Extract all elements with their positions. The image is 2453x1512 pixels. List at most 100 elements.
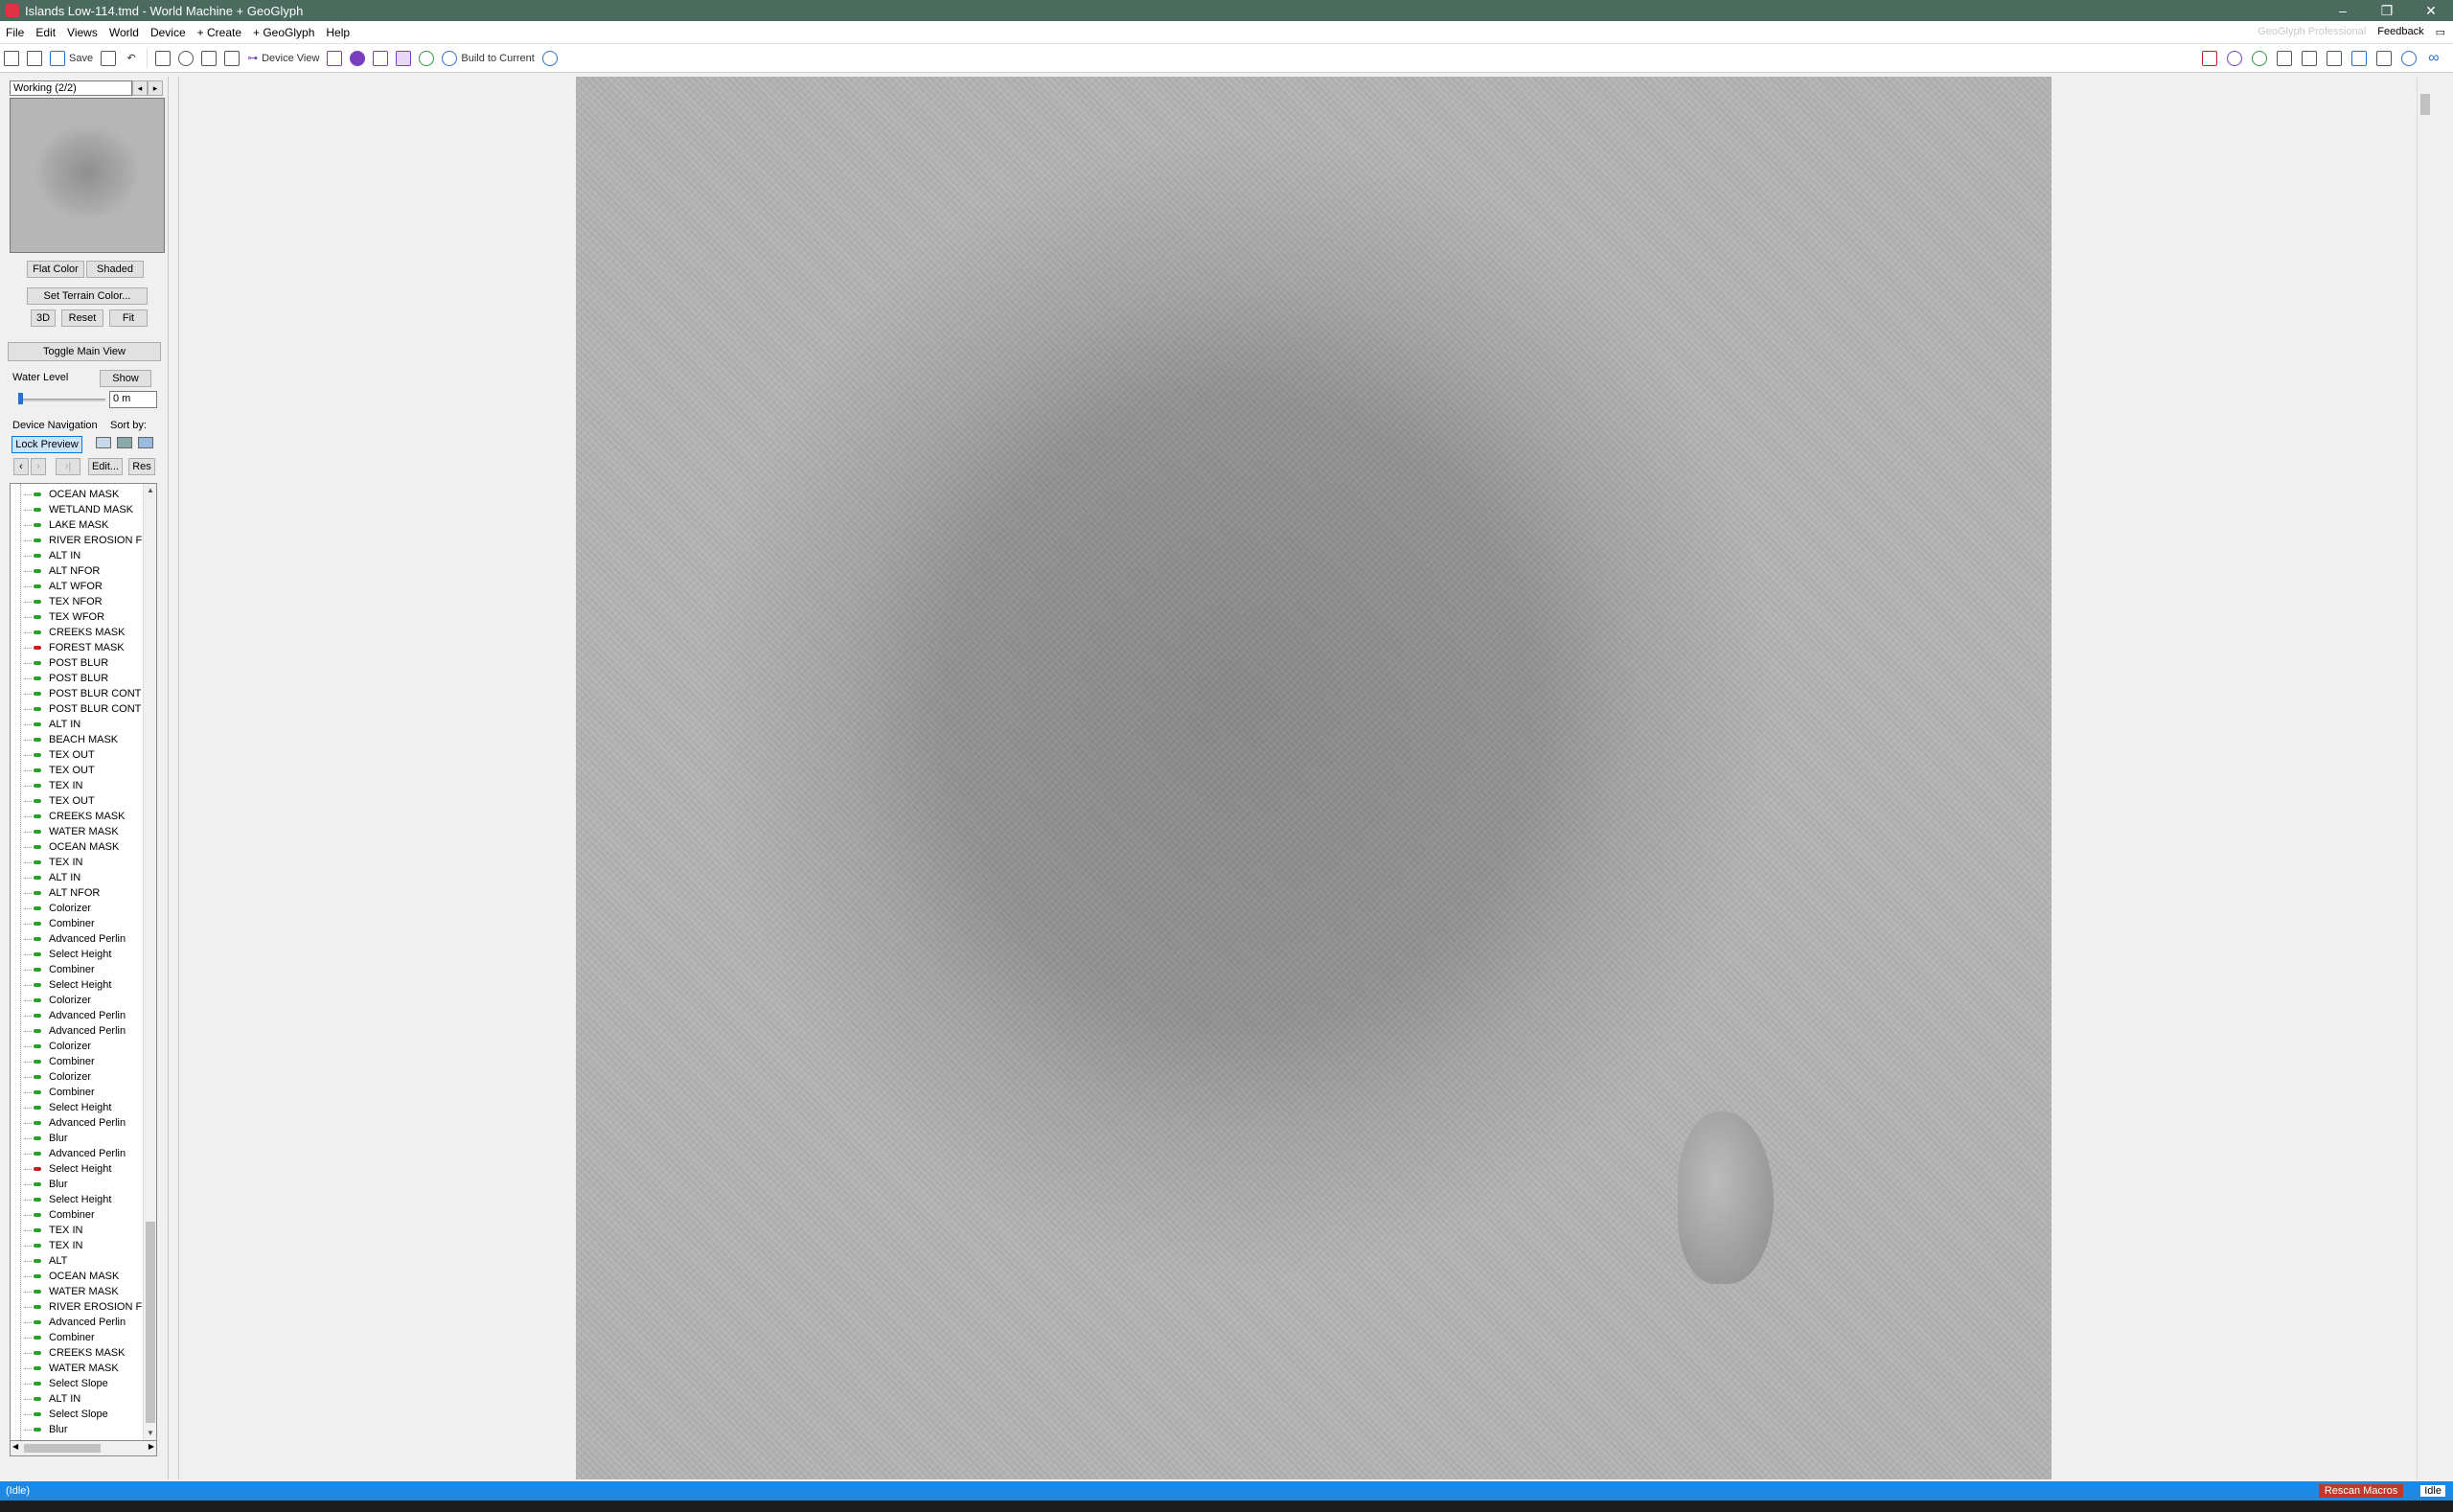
nav-forward-button[interactable]: › <box>31 458 46 475</box>
device-list-item[interactable]: Select Height <box>11 977 156 993</box>
device-list-item[interactable]: Combiner <box>11 916 156 931</box>
device-list-item[interactable]: Colorizer <box>11 1069 156 1085</box>
minimize-icon[interactable]: – <box>2321 3 2365 19</box>
new-file-button[interactable] <box>0 47 23 70</box>
layers-button[interactable] <box>2298 47 2321 70</box>
device-list-item[interactable]: CREEKS MASK <box>11 809 156 824</box>
device-list-item[interactable]: Combiner <box>11 1085 156 1100</box>
device-list-item[interactable]: POST BLUR CONT <box>11 701 156 717</box>
add-button[interactable] <box>2248 47 2271 70</box>
shape-button[interactable] <box>323 47 346 70</box>
device-list-item[interactable]: TEX IN <box>11 855 156 870</box>
device-list-item[interactable]: OCEAN MASK <box>11 487 156 502</box>
render-button[interactable] <box>2373 47 2396 70</box>
camera-button[interactable] <box>2323 47 2346 70</box>
device-list-item[interactable]: Advanced Perlin <box>11 1115 156 1131</box>
menu-world[interactable]: World <box>103 26 145 39</box>
device-list-item[interactable]: TEX OUT <box>11 747 156 763</box>
device-list-item[interactable]: ALT IN <box>11 1391 156 1407</box>
device-list-item[interactable]: WATER MASK <box>11 1284 156 1299</box>
settings-button[interactable] <box>2397 47 2420 70</box>
nav-back-button[interactable]: ‹ <box>13 458 29 475</box>
scroll-right-icon[interactable]: ▶ <box>149 1442 154 1451</box>
device-list-item[interactable]: RIVER EROSION F <box>11 533 156 548</box>
lock-preview-button[interactable]: Lock Preview <box>11 436 82 453</box>
device-list-item[interactable]: ALT NFOR <box>11 563 156 579</box>
menu-help[interactable]: Help <box>320 26 355 39</box>
feedback-link[interactable]: Feedback <box>2377 26 2423 38</box>
screenshot-button[interactable] <box>2348 47 2371 70</box>
device-list-item[interactable]: ALT WFOR <box>11 579 156 594</box>
device-list-item[interactable]: Colorizer <box>11 901 156 916</box>
infinite-button[interactable]: ∞ <box>2422 47 2445 70</box>
device-list-item[interactable]: Combiner <box>11 1054 156 1069</box>
scroll-left-icon[interactable]: ◀ <box>12 1442 18 1451</box>
device-list-item[interactable]: WETLAND MASK <box>11 502 156 517</box>
reset-button[interactable]: Reset <box>61 309 103 327</box>
terrain-button[interactable] <box>151 47 174 70</box>
device-list-item[interactable]: Select Slope <box>11 1376 156 1391</box>
device-list-item[interactable]: BEACH MASK <box>11 732 156 747</box>
terrain-render[interactable] <box>576 77 2052 1479</box>
device-list-item[interactable]: ALT IN <box>11 548 156 563</box>
restore-icon[interactable]: ❐ <box>2365 3 2409 19</box>
scroll-up-icon[interactable]: ▲ <box>144 484 156 497</box>
menu-geoglyph[interactable]: + GeoGlyph <box>247 26 320 39</box>
scroll-down-icon[interactable]: ▼ <box>144 1427 156 1440</box>
device-list-item[interactable]: Select Height <box>11 1192 156 1207</box>
device-list-item[interactable]: Combiner <box>11 1207 156 1223</box>
main-view-scrollbar[interactable] <box>2417 77 2432 1479</box>
device-list-item[interactable]: POST BLUR <box>11 655 156 671</box>
device-list-item[interactable]: Colorizer <box>11 1039 156 1054</box>
undo-button[interactable]: ↶ <box>120 47 143 70</box>
device-list-item[interactable]: CREEKS MASK <box>11 1345 156 1361</box>
device-list-item[interactable]: POST BLUR <box>11 671 156 686</box>
terrain-preview-image[interactable] <box>10 98 165 253</box>
open-file-button[interactable] <box>23 47 46 70</box>
toggle-main-view-button[interactable]: Toggle Main View <box>8 342 161 361</box>
target-button[interactable] <box>539 47 562 70</box>
set-terrain-color-button[interactable]: Set Terrain Color... <box>27 287 148 305</box>
edit-device-button[interactable]: Edit... <box>88 458 123 475</box>
device-list-item[interactable]: TEX IN <box>11 778 156 793</box>
next-preview-button[interactable]: ▸ <box>148 80 163 96</box>
device-list-item[interactable]: WATER MASK <box>11 1361 156 1376</box>
flask-button[interactable] <box>2198 47 2221 70</box>
cube-button[interactable] <box>369 47 392 70</box>
sort-type-icon[interactable] <box>117 437 132 448</box>
res-button[interactable]: Res <box>128 458 155 475</box>
image-button[interactable] <box>392 47 415 70</box>
device-list-item[interactable]: POST BLUR CONT <box>11 686 156 701</box>
device-list-item[interactable]: CREEKS MASK <box>11 625 156 640</box>
world-button[interactable] <box>174 47 197 70</box>
device-list-item[interactable]: Blur <box>11 1131 156 1146</box>
device-list-item[interactable]: Select Height <box>11 1161 156 1177</box>
flat-color-button[interactable]: Flat Color <box>27 261 84 278</box>
device-list-item[interactable]: Blur <box>11 1422 156 1437</box>
menu-views[interactable]: Views <box>61 26 103 39</box>
device-list-item[interactable]: TEX WFOR <box>11 609 156 625</box>
water-level-input[interactable]: 0 m <box>109 391 157 408</box>
device-list-item[interactable]: Combiner <box>11 962 156 977</box>
device-list-item[interactable]: LAKE MASK <box>11 517 156 533</box>
device-list-item[interactable]: Advanced Perlin <box>11 1146 156 1161</box>
device-list-item[interactable]: FOREST MASK <box>11 640 156 655</box>
layout-view-button[interactable] <box>197 47 220 70</box>
device-list-scrollbar[interactable]: ▲ ▼ <box>143 484 156 1440</box>
device-list-item[interactable]: OCEAN MASK <box>11 1269 156 1284</box>
device-list-item[interactable]: TEX IN <box>11 1223 156 1238</box>
device-list-hscroll-thumb[interactable] <box>24 1444 101 1453</box>
device-list-item[interactable]: OCEAN MASK <box>11 839 156 855</box>
monitor-button[interactable] <box>220 47 243 70</box>
water-level-slider-thumb[interactable] <box>18 393 23 404</box>
save-button[interactable]: Save <box>46 47 97 70</box>
menu-device[interactable]: Device <box>145 26 192 39</box>
explorer-button[interactable] <box>346 47 369 70</box>
device-list-item[interactable]: Advanced Perlin <box>11 1008 156 1023</box>
sort-list-icon[interactable] <box>96 437 111 448</box>
water-show-button[interactable]: Show <box>100 370 151 387</box>
rescan-macros-button[interactable]: Rescan Macros <box>2318 1484 2404 1498</box>
device-list-item[interactable]: ALT IN <box>11 870 156 885</box>
device-list-item[interactable]: Advanced Perlin <box>11 1315 156 1330</box>
shaded-button[interactable]: Shaded <box>86 261 144 278</box>
